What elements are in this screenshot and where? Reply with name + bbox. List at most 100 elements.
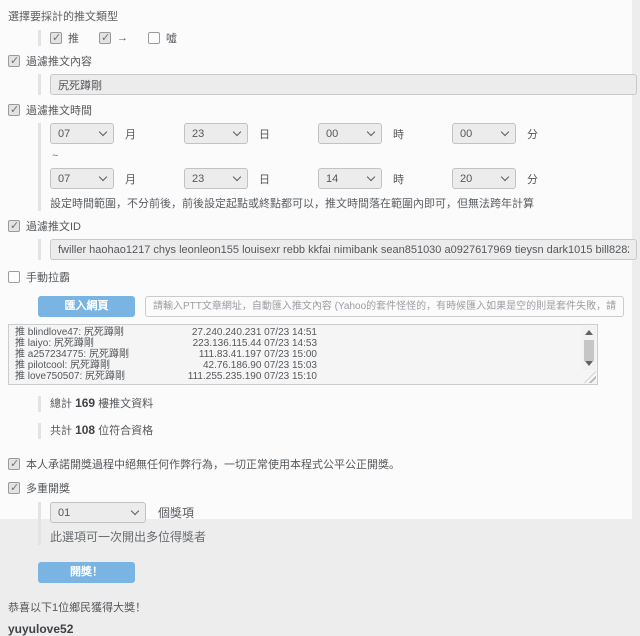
- push-row-content: 推 blindlove47: 尻死蹲剛: [15, 327, 124, 338]
- total-prefix: 總計: [50, 398, 72, 410]
- start-month-select[interactable]: 07: [50, 123, 114, 144]
- boo-checkbox[interactable]: [148, 32, 160, 44]
- start-hour-select[interactable]: 00: [318, 123, 382, 144]
- result-message: 恭喜以下1位鄉民獲得大獎！: [8, 599, 632, 615]
- chevron-down-icon: [367, 173, 375, 181]
- multi-draw-label: 多重開獎: [26, 480, 70, 496]
- boo-checkbox-label: 噓: [166, 30, 177, 46]
- content-filter-checkbox[interactable]: [8, 55, 20, 67]
- time-filter-note: 設定時間範圍，不分前後，前後設定起點或終點都可以，推文時間落在範圍內即可，但無法…: [50, 195, 632, 211]
- push-row-content: 推 laiyo: 尻死蹲剛: [15, 338, 94, 349]
- id-filter-block: [38, 239, 632, 260]
- import-row: 匯入網頁: [38, 296, 632, 317]
- qualified-suffix: 位符合資格: [98, 425, 153, 437]
- hour-unit-label: 時: [393, 171, 404, 187]
- manual-slot-checkbox[interactable]: [8, 271, 20, 283]
- content-filter-label: 過濾推文內容: [26, 53, 92, 69]
- scrollbar-thumb[interactable]: [584, 340, 594, 361]
- time-filter-block: 07 月 23 日 00 時 00: [38, 123, 632, 211]
- push-row-ip-time: 111.255.235.190 07/23 15:10: [188, 371, 317, 382]
- end-minute-value: 20: [460, 173, 472, 185]
- multi-draw-block: 01 個獎項 此選項可一次開出多位得獎者: [38, 502, 632, 545]
- total-pushes-line: 總計 169 樓推文資料: [38, 396, 632, 412]
- start-month-value: 07: [58, 128, 70, 140]
- push-row-ip-time: 223.136.115.44 07/23 14:53: [193, 338, 317, 349]
- push-list-row: 推 laiyo: 尻死蹲剛 223.136.115.44 07/23 14:53: [15, 338, 317, 349]
- chevron-down-icon: [367, 128, 375, 136]
- push-list-row: 推 love750507: 尻死蹲剛 111.255.235.190 07/23…: [15, 371, 317, 382]
- pledge-label: 本人承諾開獎過程中絕無任何作弊行為，一切正常使用本程式公平公正開獎。: [26, 456, 400, 472]
- time-end-row: 07 月 23 日 14 時 20: [50, 168, 632, 189]
- winner-id: yuyulove52: [8, 622, 632, 636]
- end-hour-value: 14: [326, 173, 338, 185]
- end-day-select[interactable]: 23: [184, 168, 248, 189]
- total-count: 169: [75, 396, 95, 410]
- end-hour-select[interactable]: 14: [318, 168, 382, 189]
- push-checkbox[interactable]: [50, 32, 62, 44]
- qualified-count-line: 共計 108 位符合資格: [38, 423, 632, 439]
- import-button[interactable]: 匯入網頁: [38, 296, 135, 317]
- minute-unit-label: 分: [527, 126, 538, 142]
- push-type-options: 推 → 噓: [38, 30, 632, 46]
- qualified-count: 108: [75, 423, 95, 437]
- total-suffix: 樓推文資料: [98, 398, 153, 410]
- push-type-section-label: 選擇要採計的推文類型: [8, 8, 632, 24]
- start-hour-value: 00: [326, 128, 338, 140]
- prize-unit-label: 個獎項: [158, 504, 194, 521]
- push-checkbox-label: 推: [68, 30, 79, 46]
- day-unit-label: 日: [259, 171, 270, 187]
- pledge-checkbox[interactable]: [8, 458, 20, 470]
- scrollbar[interactable]: [582, 326, 596, 370]
- start-minute-select[interactable]: 00: [452, 123, 516, 144]
- chevron-down-icon: [99, 128, 107, 136]
- scroll-down-icon[interactable]: [585, 361, 593, 366]
- end-minute-select[interactable]: 20: [452, 168, 516, 189]
- content-filter-block: [38, 74, 632, 95]
- content-filter-input[interactable]: [50, 74, 637, 95]
- push-row-content: 推 pilotcool: 尻死蹲剛: [15, 360, 110, 371]
- start-day-value: 23: [192, 128, 204, 140]
- push-row-ip-time: 27.240.240.231 07/23 14:51: [192, 327, 317, 338]
- push-row-ip-time: 42.76.186.90 07/23 15:03: [203, 360, 317, 371]
- prize-count-select[interactable]: 01: [50, 502, 146, 523]
- end-month-select[interactable]: 07: [50, 168, 114, 189]
- push-row-ip-time: 111.83.41.197 07/23 15:00: [199, 349, 317, 360]
- push-row-content: 推 love750507: 尻死蹲剛: [15, 371, 125, 382]
- chevron-down-icon: [99, 173, 107, 181]
- chevron-down-icon: [233, 128, 241, 136]
- end-month-value: 07: [58, 173, 70, 185]
- import-url-input[interactable]: [145, 296, 624, 317]
- push-list-row: 推 blindlove47: 尻死蹲剛 27.240.240.231 07/23…: [15, 327, 317, 338]
- multi-draw-checkbox[interactable]: [8, 482, 20, 494]
- day-unit-label: 日: [259, 126, 270, 142]
- multi-draw-hint: 此選項可一次開出多位得獎者: [50, 528, 632, 545]
- start-minute-value: 00: [460, 128, 472, 140]
- arrow-checkbox-label: →: [117, 32, 128, 44]
- qualified-prefix: 共計: [50, 425, 72, 437]
- arrow-checkbox[interactable]: [99, 32, 111, 44]
- chevron-down-icon: [501, 173, 509, 181]
- draw-button[interactable]: 開獎！: [38, 562, 135, 583]
- end-day-value: 23: [192, 173, 204, 185]
- id-filter-checkbox[interactable]: [8, 220, 20, 232]
- time-filter-checkbox[interactable]: [8, 104, 20, 116]
- month-unit-label: 月: [125, 171, 136, 187]
- chevron-down-icon: [131, 507, 139, 515]
- month-unit-label: 月: [125, 126, 136, 142]
- push-list-textarea[interactable]: 推 blindlove47: 尻死蹲剛 27.240.240.231 07/23…: [8, 324, 598, 385]
- time-range-separator: ~: [52, 150, 632, 162]
- chevron-down-icon: [501, 128, 509, 136]
- time-start-row: 07 月 23 日 00 時 00: [50, 123, 632, 144]
- id-filter-input[interactable]: [50, 239, 637, 260]
- resize-handle-icon[interactable]: [584, 371, 596, 383]
- push-list-row: 推 a257234775: 尻死蹲剛 111.83.41.197 07/23 1…: [15, 349, 317, 360]
- hour-unit-label: 時: [393, 126, 404, 142]
- push-list-row: 推 pilotcool: 尻死蹲剛 42.76.186.90 07/23 15:…: [15, 360, 317, 371]
- chevron-down-icon: [233, 173, 241, 181]
- push-row-content: 推 a257234775: 尻死蹲剛: [15, 349, 129, 360]
- prize-count-value: 01: [58, 507, 70, 519]
- start-day-select[interactable]: 23: [184, 123, 248, 144]
- ptt-lottery-page: 選擇要採計的推文類型 推 → 噓 過濾推文內容 過濾推文時間 07: [0, 0, 632, 519]
- scroll-up-icon[interactable]: [585, 330, 593, 335]
- minute-unit-label: 分: [527, 171, 538, 187]
